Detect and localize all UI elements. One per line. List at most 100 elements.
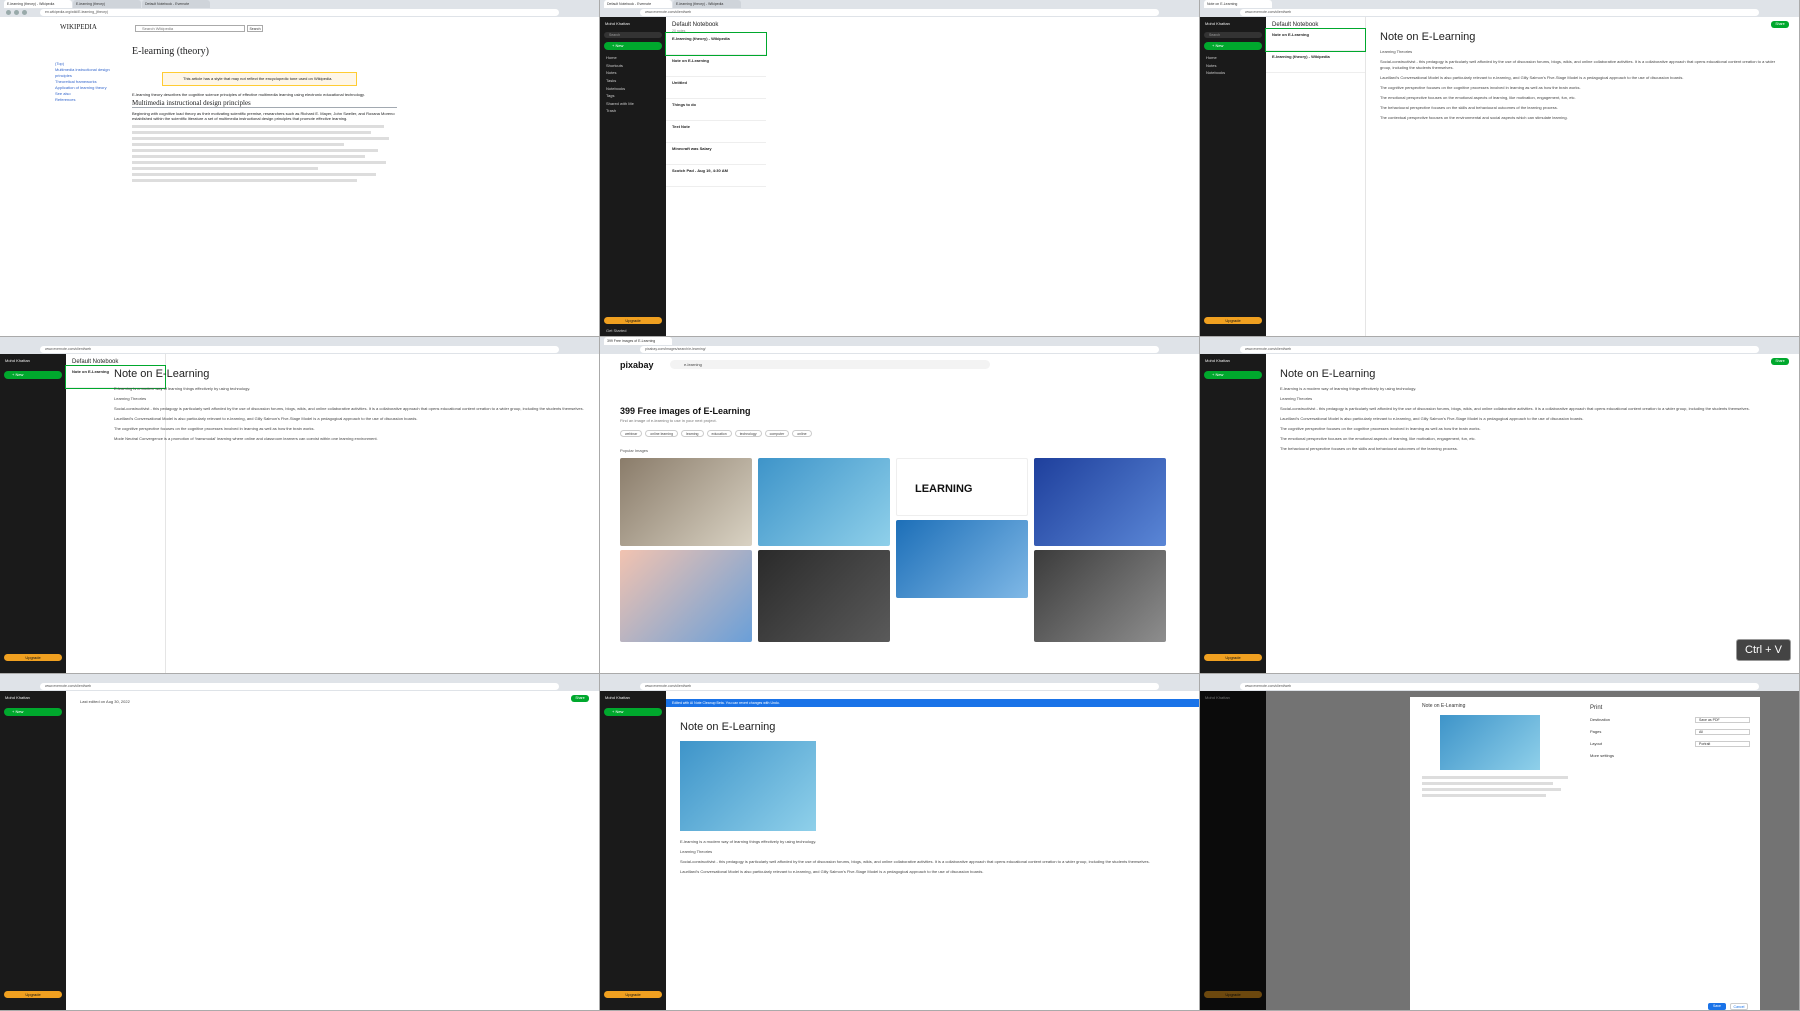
upgrade-button[interactable]: Upgrade — [1204, 654, 1262, 661]
layout-select[interactable]: Portrait — [1695, 741, 1750, 747]
tab-evernote-home[interactable]: Default Notebook - Evernote — [604, 0, 672, 8]
note-paragraph[interactable]: Laurillard's Conversational Model is als… — [1380, 75, 1785, 81]
back-icon[interactable] — [6, 10, 11, 15]
tab-wiki[interactable]: E-learning (theory) - Wikipedia — [4, 0, 72, 8]
note-paragraph[interactable]: The behavioural perspective focuses on t… — [1280, 446, 1785, 452]
image-tablet-hands[interactable] — [620, 458, 752, 546]
search-button[interactable]: Search — [247, 25, 263, 32]
image-laptop-study[interactable] — [896, 520, 1028, 598]
note-paragraph[interactable]: The emotional perspective focuses on the… — [1380, 95, 1785, 101]
upgrade-button[interactable]: Upgrade — [604, 317, 662, 324]
sidebar-item-notes[interactable]: Notes — [600, 69, 666, 77]
destination-select[interactable]: Save as PDF — [1695, 717, 1750, 723]
tab-wiki-theory[interactable]: E-learning (theory) — [73, 0, 141, 8]
list-item[interactable]: Note on E-Learning — [666, 55, 766, 77]
tag-chip[interactable]: technology — [734, 430, 762, 437]
user-menu[interactable]: Mohd Khattan — [600, 691, 666, 704]
address-bar[interactable]: www.evernote.com/client/web — [1240, 9, 1759, 16]
new-note-button[interactable]: + New — [604, 708, 662, 716]
note-paragraph[interactable]: The cognitive perspective focuses on the… — [114, 426, 585, 432]
pages-select[interactable]: All — [1695, 729, 1750, 735]
note-paragraph[interactable]: The cognitive perspective focuses on the… — [1280, 426, 1785, 432]
note-intro[interactable]: E-learning is a modern way of learning t… — [680, 839, 1185, 845]
cancel-button[interactable]: Cancel — [1730, 1003, 1748, 1010]
tag-chip[interactable]: computer — [764, 430, 790, 437]
tag-chip[interactable]: learning — [681, 430, 704, 437]
search-input[interactable]: Search — [604, 32, 662, 38]
list-item[interactable]: Things to do — [666, 99, 766, 121]
new-note-button[interactable]: + New — [1204, 42, 1262, 50]
sidebar-item-shortcuts[interactable]: Shortcuts — [600, 62, 666, 70]
note-paragraph[interactable]: The behavioural perspective focuses on t… — [1380, 105, 1785, 111]
list-item[interactable]: Scotch Pad - Aug 19, 4:30 AM — [666, 165, 766, 187]
note-title-field[interactable]: Note on E-Learning — [1380, 31, 1785, 43]
list-item[interactable]: Note on E-Learning — [1265, 28, 1366, 52]
forward-icon[interactable] — [14, 10, 19, 15]
address-bar[interactable]: www.evernote.com/client/web — [1240, 683, 1759, 690]
sidebar-item-notebooks[interactable]: Notebooks — [600, 84, 666, 92]
sidebar-item-home[interactable]: Home — [1200, 54, 1266, 62]
user-menu[interactable]: Mohd Khattan — [0, 354, 66, 367]
address-bar[interactable]: www.evernote.com/client/web — [1240, 346, 1759, 353]
note-intro[interactable]: E-learning is a modern way of learning t… — [1280, 386, 1785, 392]
image-video-call[interactable] — [620, 550, 752, 642]
list-item[interactable]: Text Note — [666, 121, 766, 143]
note-paragraph[interactable]: The contextual perspective focuses on th… — [1380, 115, 1785, 121]
upgrade-button[interactable]: Upgrade — [604, 991, 662, 998]
note-paragraph[interactable]: Laurillard's Conversational Model is als… — [1280, 416, 1785, 422]
upgrade-button[interactable]: Upgrade — [4, 991, 62, 998]
new-note-button[interactable]: + New — [4, 371, 62, 379]
list-item[interactable]: E-learning (theory) - Wikipedia — [1266, 51, 1365, 73]
tag-chip[interactable]: education — [706, 430, 732, 437]
address-bar[interactable]: en.wikipedia.org/wiki/E-learning_(theory… — [40, 9, 559, 16]
note-intro[interactable]: E-learning is a modern way of learning t… — [114, 386, 585, 392]
user-menu[interactable]: Mohd Khattan — [1200, 354, 1266, 367]
address-bar[interactable]: www.evernote.com/client/web — [40, 683, 559, 690]
new-note-button[interactable]: + New — [604, 42, 662, 50]
tag-chip[interactable]: online learning — [645, 430, 679, 437]
tab-evernote-note[interactable]: Note on E-Learning — [1204, 0, 1272, 8]
user-menu[interactable]: Mohd Khattan — [600, 17, 666, 30]
new-note-button[interactable]: + New — [4, 708, 62, 716]
save-button[interactable]: Save — [1708, 1003, 1726, 1010]
image-tablet-dark[interactable] — [1034, 550, 1166, 642]
get-started-link[interactable]: Get Started — [606, 328, 626, 333]
tab-pixabay[interactable]: 399 Free images of E-Learning — [604, 337, 672, 345]
note-paragraph[interactable]: Mode Neutral Convergence is a promotion … — [114, 436, 585, 442]
search-input[interactable]: Search Wikipedia — [135, 25, 245, 32]
user-menu[interactable]: Mohd Khattan — [0, 691, 66, 704]
address-bar[interactable]: www.evernote.com/client/web — [640, 9, 1159, 16]
sidebar-item-notebooks[interactable]: Notebooks — [1200, 69, 1266, 77]
tag-chip[interactable]: online — [792, 430, 812, 437]
address-bar[interactable]: pixabay.com/images/search/e-learning/ — [640, 346, 1159, 353]
note-title-field[interactable]: Note on E-Learning — [114, 368, 585, 380]
sidebar-item-notes[interactable]: Notes — [1200, 62, 1266, 70]
note-paragraph[interactable]: The emotional perspective focuses on the… — [1280, 436, 1785, 442]
new-note-button[interactable]: + New — [1204, 371, 1262, 379]
address-bar[interactable]: www.evernote.com/client/web — [40, 346, 559, 353]
tab-wiki[interactable]: E-learning (theory) - Wikipedia — [673, 0, 741, 8]
image-devices-blue[interactable] — [1034, 458, 1166, 546]
list-item[interactable]: Minecraft was Salary — [666, 143, 766, 165]
reload-icon[interactable] — [22, 10, 27, 15]
image-learning-head[interactable]: LEARNING — [896, 458, 1028, 516]
sidebar-item-tags[interactable]: Tags — [600, 92, 666, 100]
note-title-field[interactable]: Note on E-Learning — [680, 721, 1185, 733]
toc-item[interactable]: Multimedia instructional design principl… — [55, 67, 125, 79]
note-title-field[interactable]: Note on E-Learning — [1280, 368, 1785, 380]
sidebar-item-shared[interactable]: Shared with Me — [600, 100, 666, 108]
share-button[interactable]: Share — [1771, 21, 1789, 28]
share-button[interactable]: Share — [571, 695, 589, 702]
tag-chip[interactable]: webinar — [620, 430, 643, 437]
note-paragraph[interactable]: The cognitive perspective focuses on the… — [1380, 85, 1785, 91]
upgrade-button[interactable]: Upgrade — [1204, 317, 1262, 324]
pixabay-logo[interactable]: pixabay — [620, 360, 654, 370]
note-image[interactable] — [680, 741, 816, 831]
address-bar[interactable]: www.evernote.com/client/web — [640, 683, 1159, 690]
note-paragraph[interactable]: Social-constructivist - this pedagogy is… — [1380, 59, 1785, 71]
note-paragraph[interactable]: Laurillard's Conversational Model is als… — [114, 416, 585, 422]
note-paragraph[interactable]: Laurillard's Conversational Model is als… — [680, 869, 1185, 875]
note-paragraph[interactable]: Social-constructivist - this pedagogy is… — [680, 859, 1185, 865]
user-menu[interactable]: Mohd Khattan — [1200, 17, 1266, 30]
sidebar-item-home[interactable]: Home — [600, 54, 666, 62]
